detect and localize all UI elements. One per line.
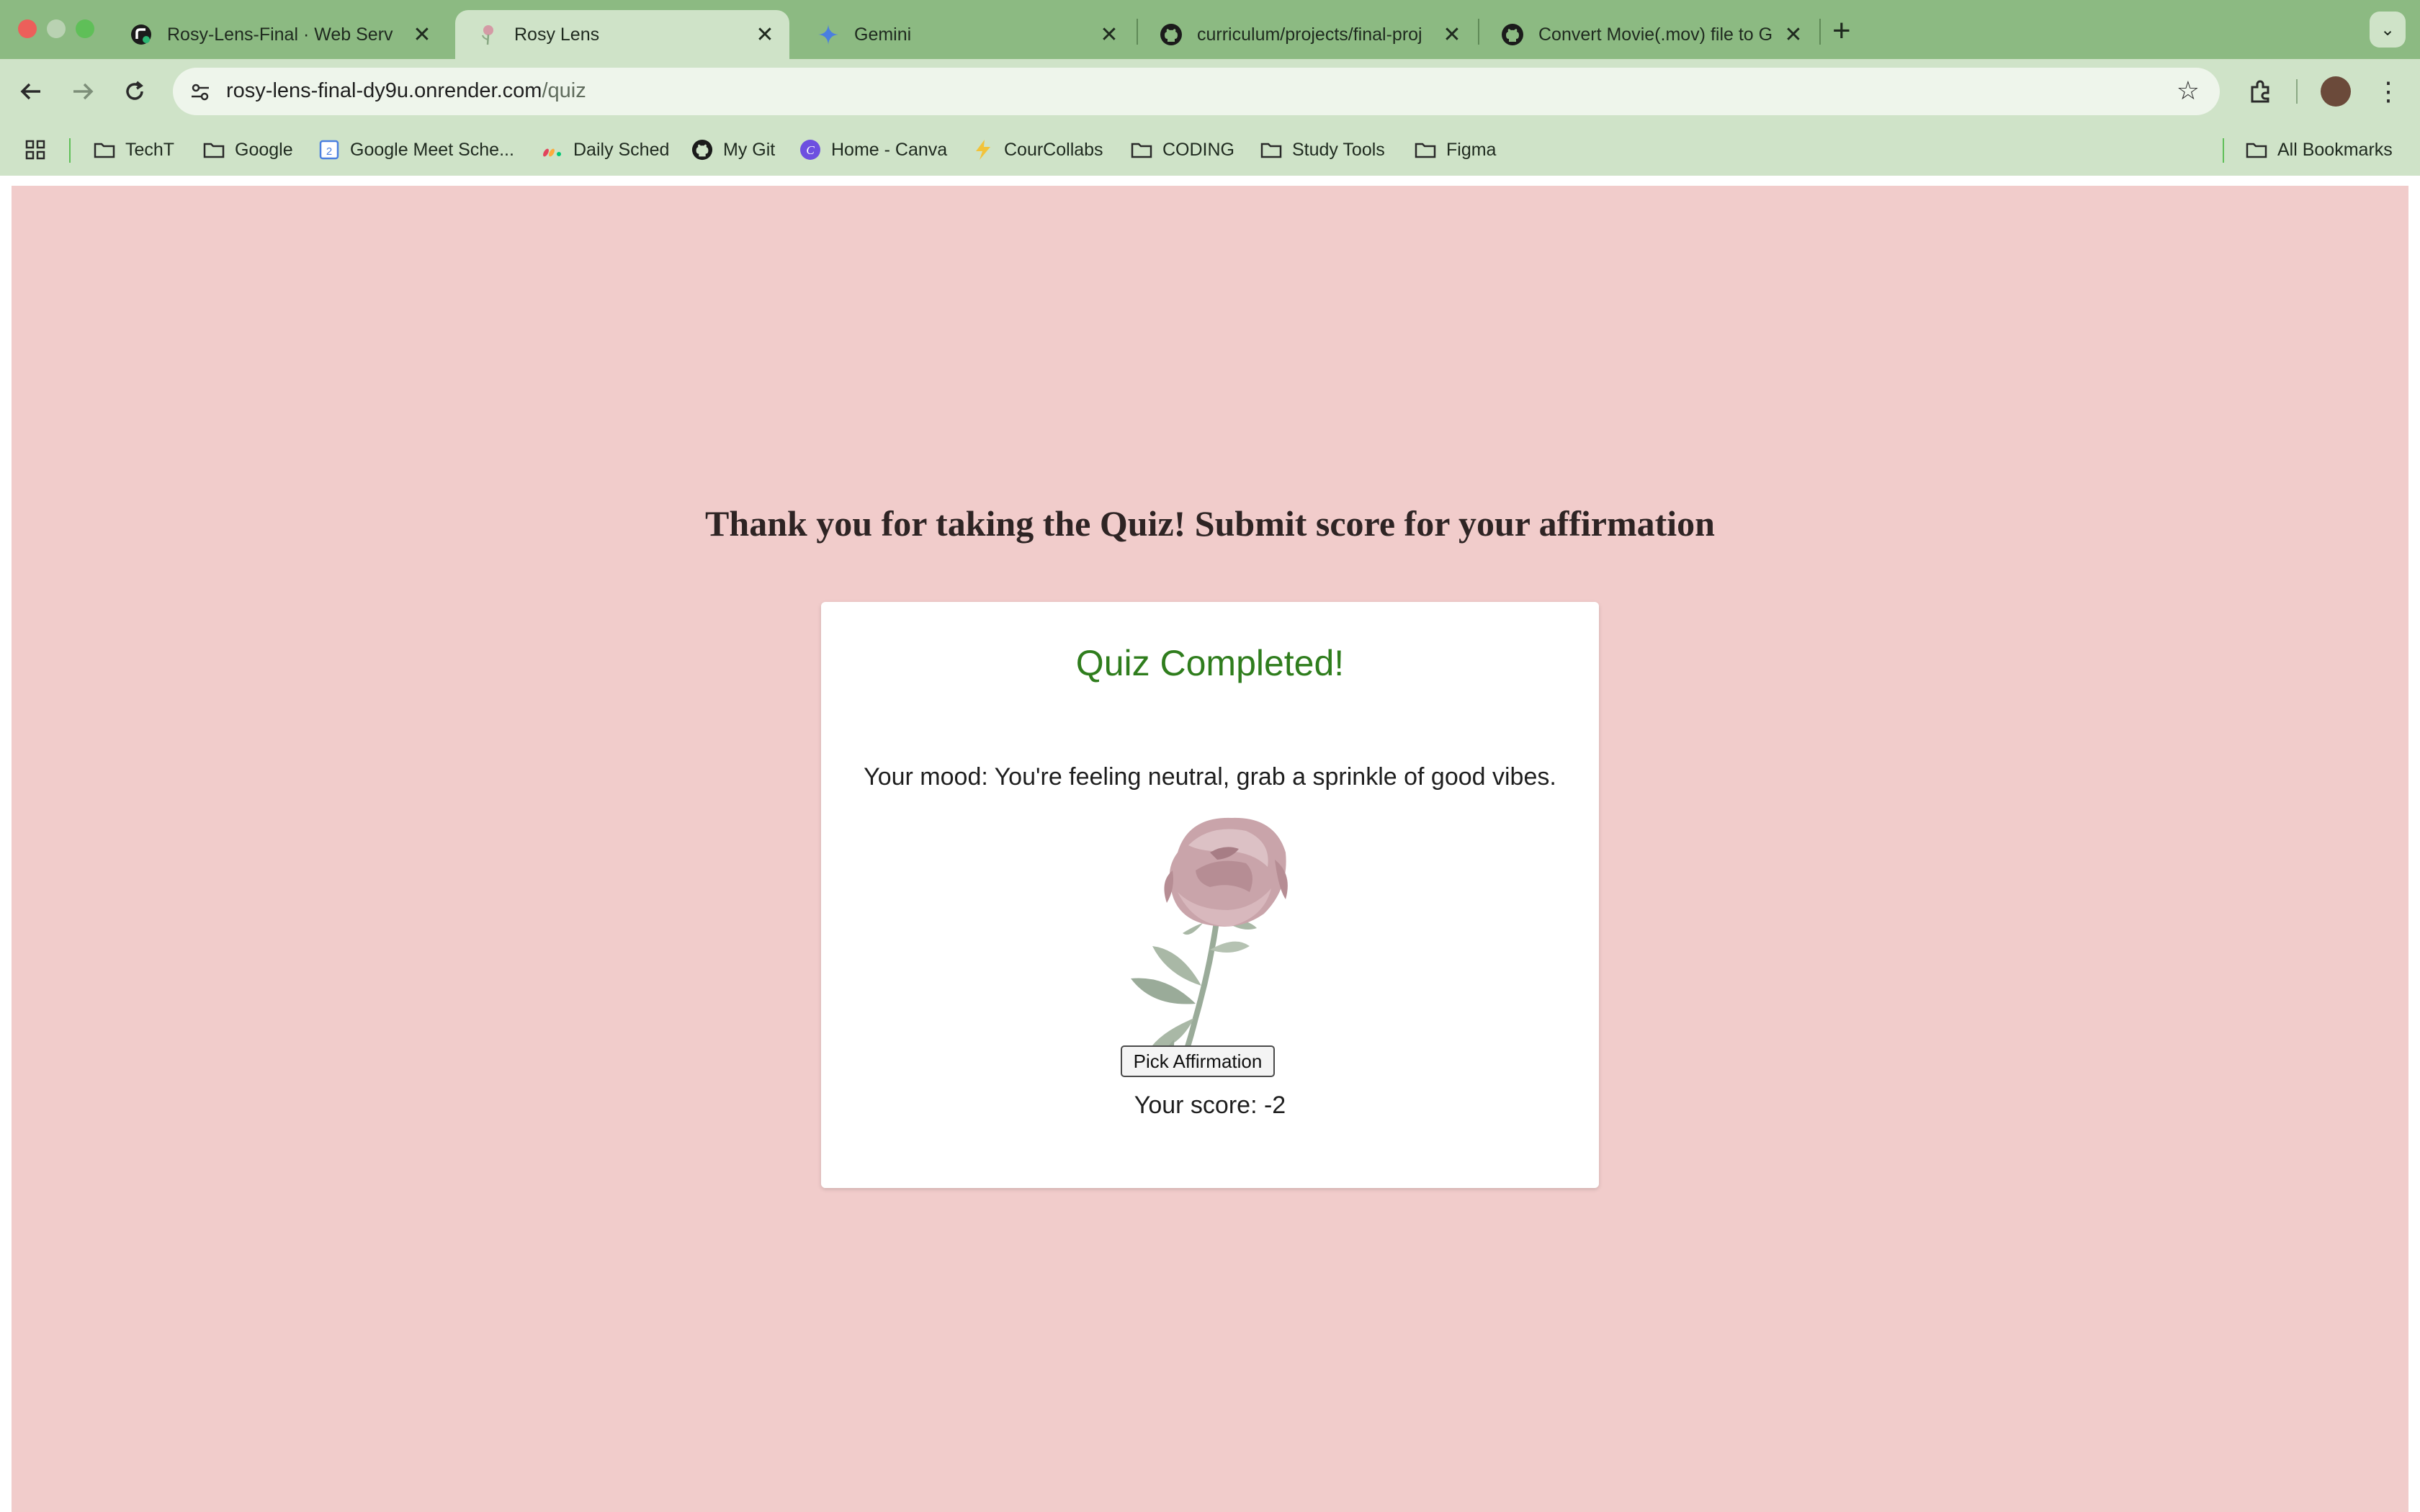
result-card: Quiz Completed! Your mood: You're feelin… [821, 602, 1599, 1188]
gemini-icon [817, 23, 840, 46]
rose-favicon-icon [477, 23, 500, 46]
viewport-left-border [0, 176, 12, 1512]
tab-title: Convert Movie(.mov) file to G [1538, 24, 1773, 45]
new-tab-button[interactable]: + [1832, 13, 1851, 49]
forward-arrow-icon [73, 83, 94, 100]
close-window-button[interactable] [18, 19, 37, 38]
chevron-down-icon: ⌄ [2380, 19, 2396, 40]
calendar-icon: 2 [318, 139, 340, 161]
tab-render[interactable]: Rosy-Lens-Final · Web Serv ✕ [108, 10, 447, 59]
minimize-window-button[interactable] [47, 19, 66, 38]
tab-separator [1819, 19, 1821, 45]
maximize-window-button[interactable] [76, 19, 94, 38]
more-menu-icon[interactable]: ⋮ [2374, 73, 2403, 109]
bookmarks-separator [2223, 138, 2224, 163]
bookmark-label: CODING [1162, 139, 1234, 160]
bookmark-canva[interactable]: C Home - Canva [799, 137, 947, 163]
tab-gemini[interactable]: Gemini ✕ [795, 10, 1134, 59]
tab-strip: Rosy-Lens-Final · Web Serv ✕ Rosy Lens ✕… [0, 0, 2420, 59]
folder-icon [94, 139, 115, 161]
close-icon[interactable]: ✕ [1438, 22, 1466, 48]
bookmark-label: My Git [723, 139, 776, 160]
browser-chrome: Rosy-Lens-Final · Web Serv ✕ Rosy Lens ✕… [0, 0, 2420, 176]
bookmark-daily-sched[interactable]: Daily Sched [542, 137, 669, 163]
tab-title: Rosy-Lens-Final · Web Serv [167, 24, 393, 45]
site-settings-icon[interactable] [187, 79, 213, 105]
bookmark-star-icon[interactable]: ☆ [2177, 76, 2200, 106]
github-icon [691, 139, 713, 161]
tab-search-button[interactable]: ⌄ [2370, 12, 2406, 48]
folder-icon [1131, 139, 1152, 161]
page-content: Thank you for taking the Quiz! Submit sc… [12, 186, 2408, 1512]
bookmarks-separator [69, 138, 71, 163]
url-text[interactable]: rosy-lens-final-dy9u.onrender.com/quiz [226, 79, 586, 103]
all-bookmarks-button[interactable]: All Bookmarks [2246, 137, 2393, 163]
monday-icon [542, 139, 563, 161]
mood-text: Your mood: You're feeling neutral, grab … [864, 763, 1556, 791]
all-bookmarks-label: All Bookmarks [2277, 139, 2393, 160]
close-icon[interactable]: ✕ [1095, 22, 1124, 48]
svg-text:2: 2 [326, 145, 332, 158]
tab-github-curriculum[interactable]: curriculum/projects/final-proj ✕ [1138, 10, 1476, 59]
lightning-icon [972, 139, 994, 161]
rose-illustration [1131, 817, 1288, 1068]
reload-icon [126, 81, 143, 100]
bookmark-label: Google Meet Sche... [350, 139, 514, 160]
bookmark-label: Home - Canva [831, 139, 948, 160]
extensions-button[interactable] [2243, 73, 2279, 109]
bookmark-my-git[interactable]: My Git [691, 137, 775, 163]
toolbar-separator [2296, 79, 2298, 104]
toolbar: rosy-lens-final-dy9u.onrender.com/quiz ☆… [0, 59, 2420, 124]
bookmark-label: CourCollabs [1004, 139, 1103, 160]
canva-icon: C [799, 139, 821, 161]
bookmark-label: Figma [1446, 139, 1497, 160]
bookmark-label: Google [235, 139, 293, 160]
github-icon [1160, 23, 1183, 46]
url-path: /quiz [542, 79, 586, 102]
bookmarks-bar: TechT Google 2 Google Meet Sche... Daily… [0, 124, 2420, 176]
score-text: Your score: -2 [1134, 1092, 1286, 1119]
folder-icon [1260, 139, 1282, 161]
bookmark-study-tools[interactable]: Study Tools [1260, 137, 1385, 163]
tab-title: Rosy Lens [514, 24, 600, 45]
back-button[interactable] [13, 73, 49, 109]
viewport-right-border [2408, 176, 2420, 1512]
close-icon[interactable]: ✕ [1779, 22, 1808, 48]
apps-button[interactable] [24, 137, 56, 163]
tab-rosy-lens[interactable]: Rosy Lens ✕ [455, 10, 789, 59]
tab-title: curriculum/projects/final-proj [1197, 24, 1422, 45]
bookmark-label: TechT [125, 139, 175, 160]
page-heading: Thank you for taking the Quiz! Submit sc… [705, 503, 1715, 544]
viewport-top-border [0, 176, 2420, 186]
bookmark-courcollabs[interactable]: CourCollabs [972, 137, 1103, 163]
tab-github-convert[interactable]: Convert Movie(.mov) file to G ✕ [1479, 10, 1818, 59]
folder-icon [203, 139, 225, 161]
bookmark-label: Daily Sched [573, 139, 670, 160]
reload-button[interactable] [117, 73, 153, 109]
close-icon[interactable]: ✕ [408, 22, 436, 48]
bookmark-label: Study Tools [1292, 139, 1385, 160]
tab-title: Gemini [854, 24, 912, 45]
folder-icon [1415, 139, 1436, 161]
puzzle-icon [2251, 80, 2269, 103]
bookmark-techt[interactable]: TechT [94, 137, 174, 163]
forward-button[interactable] [65, 73, 101, 109]
bookmark-google[interactable]: Google [203, 137, 293, 163]
close-icon[interactable]: ✕ [750, 22, 779, 48]
svg-text:C: C [806, 143, 815, 157]
card-title: Quiz Completed! [1075, 643, 1345, 683]
pick-affirmation-button[interactable]: Pick Affirmation [1121, 1045, 1275, 1077]
github-icon [1501, 23, 1524, 46]
bookmark-coding[interactable]: CODING [1131, 137, 1234, 163]
folder-icon [2246, 139, 2267, 161]
url-host: rosy-lens-final-dy9u.onrender.com [226, 79, 542, 102]
bookmark-figma[interactable]: Figma [1415, 137, 1496, 163]
bookmark-google-meet[interactable]: 2 Google Meet Sche... [318, 137, 514, 163]
address-bar[interactable]: rosy-lens-final-dy9u.onrender.com/quiz ☆ [173, 68, 2220, 115]
profile-avatar[interactable] [2321, 76, 2351, 107]
apps-grid-icon [24, 139, 46, 161]
back-arrow-icon [20, 83, 40, 100]
render-icon [130, 23, 153, 46]
